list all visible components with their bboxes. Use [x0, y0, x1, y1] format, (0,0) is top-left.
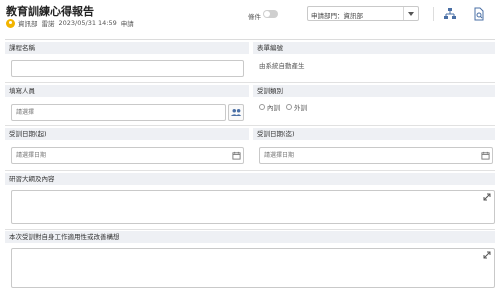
chevron-down-icon[interactable]: [403, 7, 418, 20]
form-no-cell: 表單編號 由系統自動產生: [253, 40, 495, 82]
radio-external[interactable]: [286, 104, 292, 110]
dept-select[interactable]: 申請部門：資訊部: [307, 6, 419, 21]
report-form: 課程名稱 表單編號 由系統自動產生 填寫人員 請選擇 受訓類別 內訓 外訓 受訓…: [5, 39, 495, 288]
course-name-input[interactable]: [11, 60, 244, 77]
applicant-user: 雷諾: [41, 20, 55, 28]
training-type-cell: 受訓類別 內訓 外訓: [253, 85, 495, 125]
applicant-dept: 資訊部: [18, 20, 38, 28]
form-no-label: 表單編號: [253, 42, 495, 54]
applicant-datetime: 2023/05/31 14:59: [58, 19, 117, 27]
end-date-label: 受訓日期(迄): [253, 128, 495, 140]
start-date-input[interactable]: 請選擇日期: [11, 147, 244, 164]
course-name-cell: 課程名稱: [5, 40, 249, 82]
header-divider: [433, 7, 434, 21]
row-divider: [5, 125, 495, 126]
applicant-meta: 資訊部 雷諾 2023/05/31 14:59 申請: [6, 18, 138, 28]
condition-label: 條件: [248, 13, 261, 21]
radio-internal-label: 內訓: [267, 104, 280, 112]
start-date-cell: 受訓日期(起) 請選擇日期: [5, 128, 249, 170]
course-name-label: 課程名稱: [5, 42, 249, 54]
calendar-icon[interactable]: [232, 151, 241, 160]
outline-textarea[interactable]: [11, 190, 495, 224]
page-title: 教育訓練心得報告: [6, 5, 94, 18]
end-date-placeholder: 請選擇日期: [264, 152, 295, 159]
form-no-value: 由系統自動產生: [259, 62, 305, 70]
row-divider: [5, 82, 495, 83]
avatar: [6, 18, 15, 28]
end-date-input[interactable]: 請選擇日期: [259, 147, 493, 164]
org-chart-icon[interactable]: [443, 7, 457, 21]
users-icon: [230, 109, 242, 116]
header-bar: 教育訓練心得報告 資訊部 雷諾 2023/05/31 14:59 申請 條件 申…: [0, 0, 500, 36]
document-search-icon[interactable]: [472, 7, 486, 21]
outline-label: 研習大綱及內容: [5, 173, 495, 185]
row-divider: [5, 229, 495, 230]
dept-select-value: 申請部門：資訊部: [311, 12, 363, 20]
expand-icon[interactable]: [483, 193, 491, 201]
filler-cell: 填寫人員 請選擇: [5, 85, 249, 125]
pick-user-button[interactable]: [228, 104, 244, 121]
training-type-radios: 內訓 外訓: [259, 102, 313, 112]
row-divider: [5, 170, 495, 171]
radio-external-label: 外訓: [294, 104, 307, 112]
filler-input[interactable]: 請選擇: [11, 104, 226, 121]
radio-internal[interactable]: [259, 104, 265, 110]
end-date-cell: 受訓日期(迄) 請選擇日期: [253, 128, 495, 170]
calendar-icon[interactable]: [481, 151, 490, 160]
condition-toggle[interactable]: [263, 10, 278, 18]
status-badge: 申請: [120, 20, 134, 28]
start-date-label: 受訓日期(起): [5, 128, 249, 140]
feedback-label: 本次受訓對自身工作適用性或改善構想: [5, 231, 495, 243]
outline-cell: 研習大綱及內容: [5, 173, 495, 228]
training-type-label: 受訓類別: [253, 85, 495, 97]
expand-icon[interactable]: [483, 251, 491, 259]
feedback-textarea[interactable]: [11, 248, 495, 288]
filler-label: 填寫人員: [5, 85, 249, 97]
feedback-cell: 本次受訓對自身工作適用性或改善構想: [5, 231, 495, 288]
start-date-placeholder: 請選擇日期: [16, 152, 47, 159]
